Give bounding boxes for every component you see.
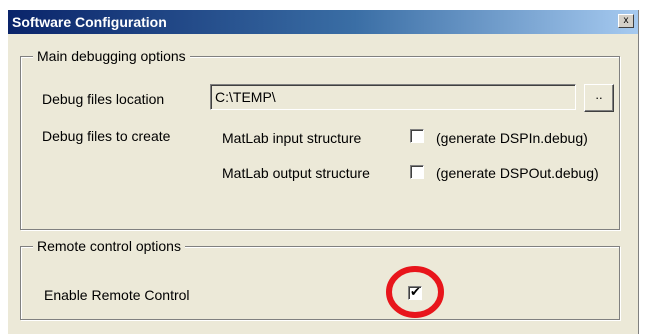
input-structure-label: MatLab input structure [222,130,362,146]
output-structure-hint: (generate DSPOut.debug) [436,165,599,181]
input-structure-checkbox[interactable] [410,129,424,143]
output-structure-checkbox[interactable] [410,165,424,179]
close-button[interactable]: x [618,14,634,28]
debug-create-label: Debug files to create [42,128,171,144]
remote-control-options-legend: Remote control options [33,237,185,255]
remote-control-options-group: Remote control options [20,237,620,320]
checkmark-icon: ✔ [410,284,421,299]
input-structure-hint: (generate DSPIn.debug) [436,130,588,146]
output-structure-label: MatLab output structure [222,165,370,181]
title-bar[interactable]: Software Configuration x [8,10,638,34]
enable-remote-control-checkbox[interactable]: ✔ [408,284,422,300]
debug-location-label: Debug files location [42,91,165,107]
close-icon: x [623,15,629,26]
browse-button-label: .. [595,87,603,102]
debug-location-field[interactable] [210,84,576,110]
browse-button[interactable]: .. [584,84,614,112]
main-debugging-options-legend: Main debugging options [33,47,190,65]
enable-remote-control-label: Enable Remote Control [44,287,190,303]
window-title: Software Configuration [12,14,167,30]
